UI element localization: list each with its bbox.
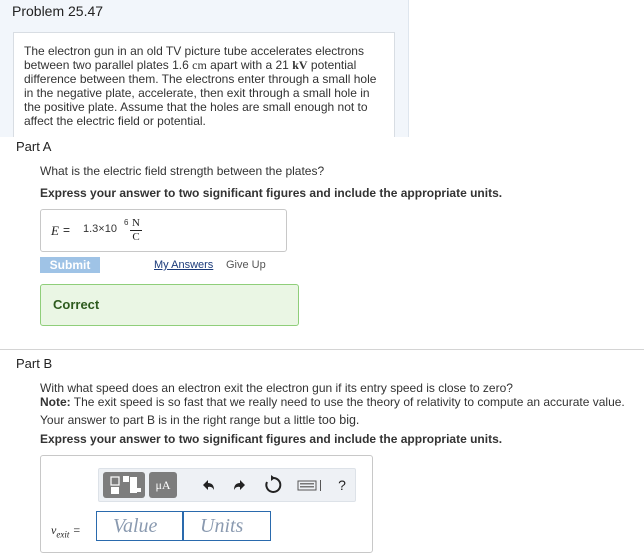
part-b-hint: Your answer to part B is in the right ra… <box>40 413 359 427</box>
submit-button[interactable]: Submit <box>40 257 100 273</box>
templates-icon[interactable] <box>103 472 145 498</box>
part-b-question: With what speed does an electron exit th… <box>40 381 513 395</box>
problem-title: Problem 25.47 <box>12 3 104 19</box>
redo-icon[interactable] <box>229 472 251 498</box>
answer-unit-denominator: C <box>132 231 140 243</box>
note-text: The exit speed is so fast that we really… <box>73 395 625 409</box>
math-toolbar: μA ? <box>98 468 356 502</box>
part-b-label: Part B <box>16 356 53 371</box>
part-b-note: Note: The exit speed is so fast that we … <box>40 395 625 409</box>
part-a-label: Part A <box>16 139 52 154</box>
hint-text: Your answer to part B is in the right ra… <box>40 413 316 427</box>
problem-text-2: apart with a 21 <box>210 58 289 72</box>
part-a-question: What is the electric field strength betw… <box>40 164 325 178</box>
section-divider <box>0 349 644 350</box>
undo-icon[interactable] <box>197 472 219 498</box>
units-input[interactable]: Units <box>183 511 271 541</box>
variable-equals: = <box>73 523 81 537</box>
units-icon[interactable]: μA <box>149 472 177 498</box>
correct-feedback-text: Correct <box>53 297 100 312</box>
note-label: Note: <box>40 395 71 409</box>
help-icon[interactable]: ? <box>331 472 353 498</box>
variable-subscript: exit <box>56 529 70 540</box>
part-a-instruction: Express your answer to two significant f… <box>40 186 503 200</box>
part-b-variable: vexit = <box>51 523 80 539</box>
my-answers-link[interactable]: My Answers <box>154 259 213 271</box>
correct-feedback-box: Correct <box>40 284 299 326</box>
problem-statement-box: The electron gun in an old TV picture tu… <box>13 32 395 137</box>
part-a-answer-box: E = 1.3×10 6 N C <box>40 209 287 252</box>
part-b-answer-area: μA ? vexit = Value Units <box>40 455 373 553</box>
answer-unit-fraction: N C <box>130 218 142 243</box>
answer-unit-numerator: N <box>132 217 140 229</box>
hint-emphasis: too big. <box>318 413 360 427</box>
value-input[interactable]: Value <box>96 511 183 541</box>
problem-unit-cm: cm <box>192 58 207 72</box>
problem-statement: The electron gun in an old TV picture tu… <box>24 44 384 128</box>
problem-unit-kv: kV <box>292 58 308 72</box>
keyboard-icon[interactable] <box>295 472 325 498</box>
part-b-instruction: Express your answer to two significant f… <box>40 432 503 446</box>
give-up-link[interactable]: Give Up <box>226 259 266 271</box>
answer-exponent: 6 <box>124 218 129 227</box>
reset-icon[interactable] <box>262 472 284 498</box>
answer-variable: E <box>51 223 59 238</box>
problem-header: Problem 25.47 The electron gun in an old… <box>0 0 409 137</box>
answer-equals: = <box>63 223 71 237</box>
answer-value: 1.3×10 <box>83 223 117 235</box>
